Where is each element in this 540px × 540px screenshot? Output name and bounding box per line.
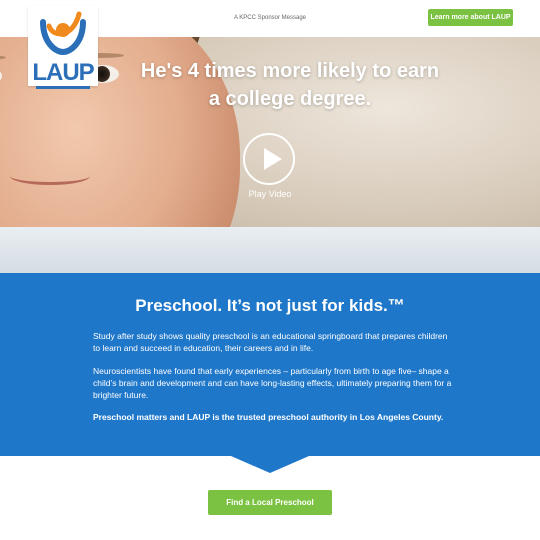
panel-pointer-arrow [231, 456, 309, 473]
panel-paragraph-3: Preschool matters and LAUP is the truste… [93, 412, 444, 422]
smile [10, 167, 90, 185]
hero-headline-line2: a college degree. [208, 88, 372, 110]
logo-wordmark: LAUP [32, 59, 94, 86]
learn-more-button[interactable]: Learn more about LAUP [428, 9, 513, 26]
logo-figure-icon [40, 11, 86, 56]
hero-headline-line1: He's 4 times more likely to earn [140, 60, 440, 82]
panel-title: Preschool. It’s not just for kids.™ [135, 296, 405, 315]
brow-left [0, 55, 6, 60]
panel-paragraph-2: Neuroscientists have found that early ex… [93, 366, 452, 400]
play-video-icon[interactable] [243, 133, 295, 185]
find-preschool-button[interactable]: Find a Local Preschool [208, 490, 332, 515]
logo-underline [36, 86, 90, 89]
play-video-label[interactable]: Play Video [220, 189, 320, 199]
laup-logo[interactable]: LAUP [28, 6, 98, 89]
info-panel: Preschool. It’s not just for kids.™ Stud… [0, 273, 540, 456]
hero-photo-shirt [0, 227, 540, 273]
panel-paragraph-1: Study after study shows quality preschoo… [93, 331, 448, 353]
eye-left [0, 67, 2, 85]
hero-headline: He's 4 times more likely to earn a colle… [110, 57, 470, 113]
